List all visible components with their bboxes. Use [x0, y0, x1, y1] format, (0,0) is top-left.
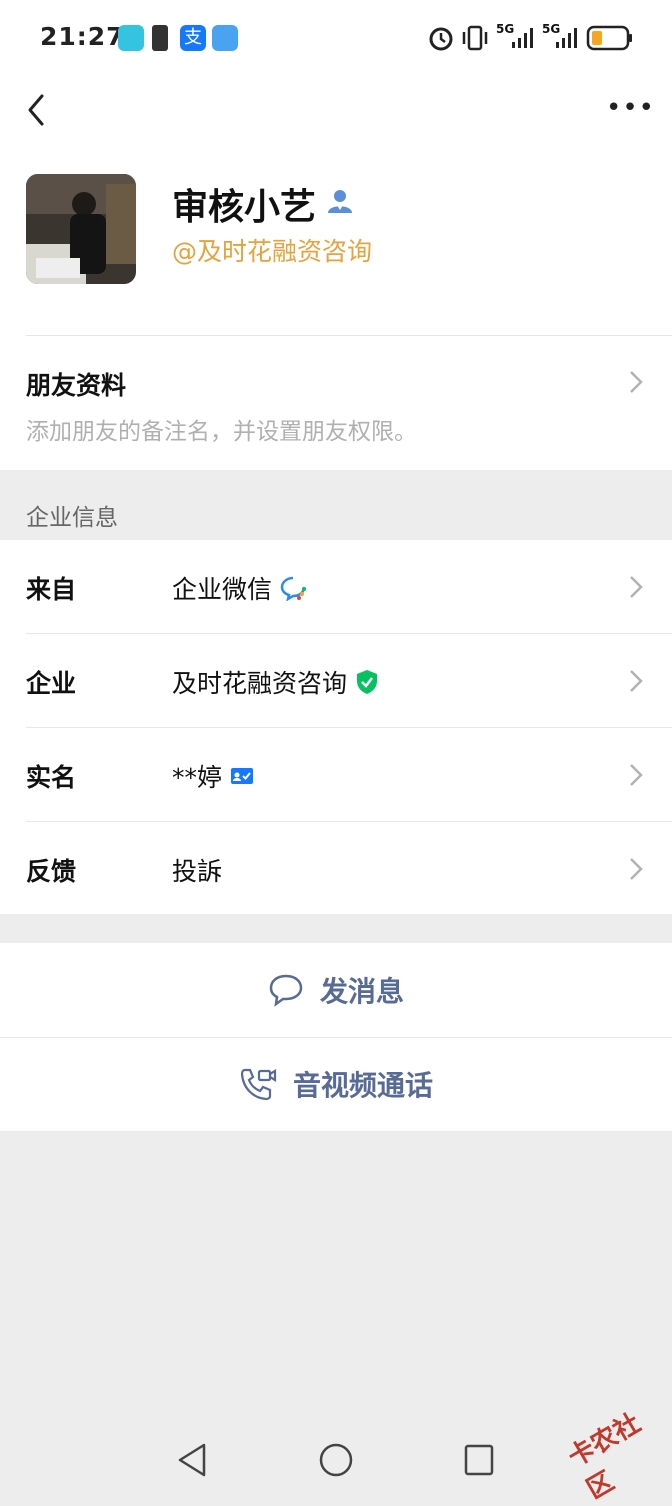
- back-triangle-icon[interactable]: [176, 1442, 208, 1478]
- info-label: 来自: [26, 575, 77, 604]
- friend-info-row[interactable]: 朋友资料 添加朋友的备注名，并设置朋友权限。: [0, 336, 672, 470]
- alert-icon: [152, 25, 168, 51]
- info-row-source[interactable]: 来自 企业微信: [0, 540, 672, 634]
- org-handle[interactable]: @及时花融资咨询: [172, 232, 372, 268]
- info-value: 企业微信: [172, 570, 308, 606]
- profile-card: 审核小艺 @及时花融资咨询 朋友资料 添加朋友的备注名，并设置朋友权限。: [0, 142, 672, 470]
- vibrate-icon: [462, 25, 488, 51]
- enterprise-info-list: 来自 企业微信 企业 及时花融资咨询 实名 **婷 反馈 投訴: [0, 540, 672, 914]
- profile-name: 审核小艺: [172, 187, 317, 228]
- chevron-right-icon: [630, 764, 643, 786]
- info-value: 投訴: [172, 852, 222, 888]
- back-arrow-icon[interactable]: [18, 90, 58, 130]
- chevron-right-icon: [630, 576, 643, 598]
- video-call-button[interactable]: 音视频通话: [0, 1037, 672, 1131]
- chevron-right-icon: [630, 670, 643, 692]
- weather-icon: [212, 25, 238, 51]
- info-row-feedback[interactable]: 反馈 投訴: [0, 822, 672, 916]
- nav-bar: •••: [0, 76, 672, 142]
- video-call-icon: [240, 1068, 277, 1101]
- video-call-label: 音视频通话: [292, 1069, 433, 1102]
- action-buttons: 发消息 音视频通话: [0, 943, 672, 1131]
- info-row-enterprise[interactable]: 企业 及时花融资咨询: [0, 634, 672, 728]
- status-bar: 21:27 支 5G 5G: [0, 0, 672, 76]
- signal-icon-2: [556, 28, 577, 48]
- id-card-icon: [231, 768, 254, 784]
- chevron-right-icon: [630, 858, 643, 880]
- chevron-right-icon: [630, 371, 643, 393]
- section-label-enterprise: 企业信息: [26, 505, 118, 531]
- chat-bubble-icon: [269, 974, 303, 1007]
- info-label: 实名: [26, 763, 77, 792]
- info-value-text: **婷: [172, 763, 223, 792]
- info-row-realname[interactable]: 实名 **婷: [0, 728, 672, 822]
- friend-info-title: 朋友资料: [26, 371, 127, 400]
- info-value-text: 投訴: [172, 857, 223, 886]
- verified-user-icon: [328, 190, 352, 213]
- avatar[interactable]: [26, 174, 136, 284]
- info-value-text: 及时花融资咨询: [172, 669, 348, 698]
- book-app-icon: [118, 25, 144, 51]
- send-message-label: 发消息: [319, 975, 404, 1008]
- shield-check-icon: [357, 670, 378, 694]
- signal-icon-1: [512, 28, 533, 48]
- status-time: 21:27: [40, 22, 125, 51]
- send-message-button[interactable]: 发消息: [0, 943, 672, 1037]
- info-label: 反馈: [26, 857, 77, 886]
- recents-square-icon[interactable]: [462, 1442, 496, 1478]
- alipay-icon: 支: [180, 25, 206, 51]
- battery-icon: [586, 25, 632, 51]
- info-value-text: 企业微信: [172, 575, 273, 604]
- wecom-icon: [280, 576, 307, 601]
- info-value: **婷: [172, 758, 254, 794]
- home-circle-icon[interactable]: [318, 1442, 354, 1478]
- info-label: 企业: [26, 669, 77, 698]
- info-value: 及时花融资咨询: [172, 664, 379, 700]
- more-options-button[interactable]: •••: [606, 95, 654, 121]
- friend-info-subtitle: 添加朋友的备注名，并设置朋友权限。: [26, 419, 417, 445]
- alarm-icon: [429, 27, 453, 51]
